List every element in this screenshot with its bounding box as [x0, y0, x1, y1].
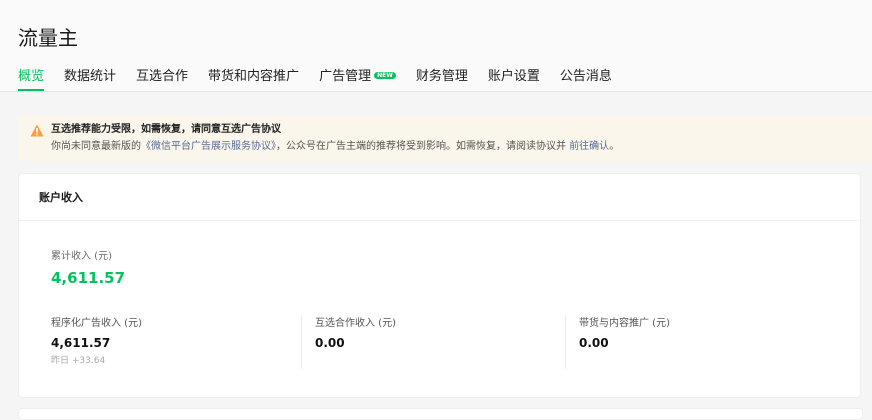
programmatic-ad-income-label: 程序化广告收入 (元) [51, 318, 142, 329]
commerce-promotion-income-label: 带货与内容推广 (元) [579, 318, 670, 329]
mutual-selection-income-label: 互选合作收入 (元) [315, 318, 396, 329]
new-badge: NEW [374, 72, 396, 79]
notice-title: 互选推荐能力受限，如需恢复，请同意互选广告协议 [51, 124, 281, 135]
programmatic-ad-income-value: 4,611.57 [51, 336, 111, 350]
tab-data-statistics[interactable]: 数据统计 [64, 66, 116, 91]
tab-finance[interactable]: 财务管理 [416, 66, 468, 91]
page-title: 流量主 [18, 26, 78, 50]
notice-description: 你尚未同意最新版的《微信平台广告展示服务协议》，公众号在广告主端的推荐将受到影响… [51, 141, 620, 152]
yesterday-change: 昨日 +33.64 [51, 356, 106, 366]
page-header: 流量主 概览 数据统计 互选合作 带货和内容推广 广告管理 NEW 财务管理 账户… [0, 0, 872, 92]
tab-overview[interactable]: 概览 [18, 66, 45, 91]
tab-account-settings[interactable]: 账户设置 [488, 66, 540, 91]
tab-commerce-promotion[interactable]: 带货和内容推广 [208, 66, 299, 91]
card-divider [19, 220, 860, 221]
total-income-value: 4,611.57 [51, 269, 126, 287]
tab-mutual-selection[interactable]: 互选合作 [136, 66, 188, 91]
tab-ad-management[interactable]: 广告管理 NEW [319, 66, 396, 91]
confirm-link[interactable]: 前往确认 [569, 141, 609, 152]
tab-announcements[interactable]: 公告消息 [560, 66, 612, 91]
mutual-selection-income-value: 0.00 [315, 336, 345, 350]
main-tabs: 概览 数据统计 互选合作 带货和内容推广 广告管理 NEW 财务管理 账户设置 公… [18, 66, 632, 91]
agreement-link[interactable]: 《微信平台广告展示服务协议》 [141, 141, 276, 152]
account-income-card: 账户收入 累计收入 (元) 4,611.57 程序化广告收入 (元) 4,611… [18, 173, 861, 398]
total-income-label: 累计收入 (元) [51, 251, 112, 262]
commerce-promotion-income-value: 0.00 [579, 336, 609, 350]
warning-icon [30, 124, 44, 137]
agreement-notice: 互选推荐能力受限，如需恢复，请同意互选广告协议 你尚未同意最新版的《微信平台广告… [18, 115, 872, 161]
card-title: 账户收入 [39, 191, 83, 204]
stat-divider [565, 316, 566, 369]
stat-divider [301, 316, 302, 369]
next-card [18, 408, 863, 420]
